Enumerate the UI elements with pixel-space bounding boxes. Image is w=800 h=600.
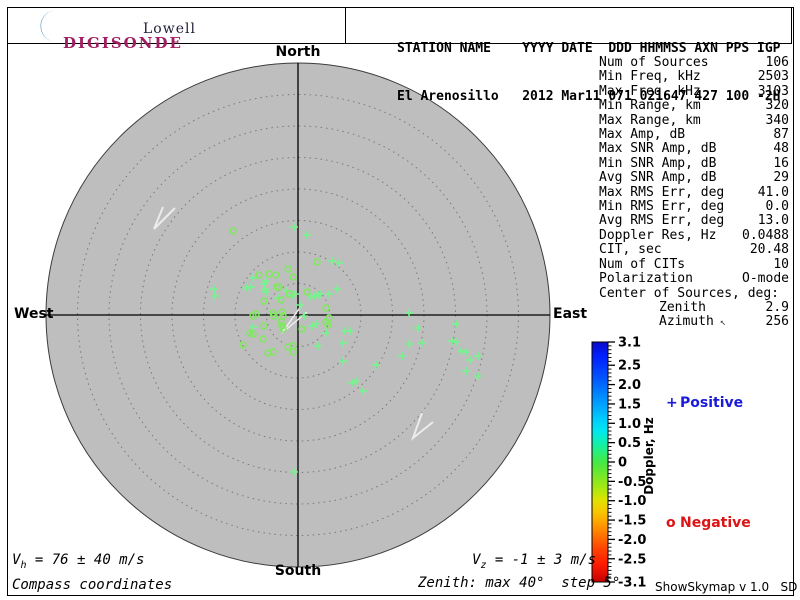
stat-value: 2.9 [766,301,789,315]
colorbar-tick-label: -2.5 [618,552,646,567]
horizontal-velocity-readout: Vh = 76 ± 40 m/s [12,552,144,571]
stat-row: Doppler Res, Hz 0.0488 [599,229,789,243]
stat-row: Polarization O-mode [599,272,789,286]
stat-row: Num of CITs 10 [599,258,789,272]
stat-value: 340 [766,114,789,128]
stat-row: Max Range, km 340 [599,114,789,128]
colorbar-tick-label: 2.0 [618,378,641,393]
compass-label-north: North [276,44,321,60]
vertical-velocity-readout: Vz = -1 ± 3 m/s [472,552,596,571]
stat-row: Max Amp, dB 87 [599,128,789,142]
stat-label: Azimuth ↖ [659,315,726,330]
header-column-titles: STATION NAME YYYY DATE DDD HHMMSS AXN PP… [397,41,781,57]
legend-positive: +Positive [666,395,743,411]
stat-row: Avg RMS Err, deg 13.0 [599,214,789,228]
colorbar-tick-label: -1.5 [618,514,646,529]
stat-label: Doppler Res, Hz [599,229,716,243]
stat-label: Max Freq, kHz [599,85,701,99]
stat-value: 106 [766,56,789,70]
compass-label-west: West [14,306,53,322]
stat-row: Min Range, km 320 [599,99,789,113]
stat-value: 256 [766,315,789,330]
stat-value: 16 [773,157,789,171]
legend-positive-label: Positive [680,395,743,411]
stat-label: Max RMS Err, deg [599,186,724,200]
stat-value: 13.0 [758,214,789,228]
stat-label: Num of CITs [599,258,685,272]
stat-row: Min RMS Err, deg 0.0 [599,200,789,214]
stat-row: Avg SNR Amp, dB 29 [599,171,789,185]
stat-value: 0.0 [766,200,789,214]
stat-value: 3103 [758,85,789,99]
stat-label: Avg SNR Amp, dB [599,171,716,185]
stat-label: Zenith [659,301,706,315]
stat-value: 10 [773,258,789,272]
stat-label: Max SNR Amp, dB [599,142,716,156]
skymap-screen: 3.12.52.01.51.00.50-0.5-1.0-1.5-2.0-2.5-… [0,0,800,600]
stat-value: 41.0 [758,186,789,200]
stat-label: Min Freq, kHz [599,70,701,84]
colorbar-tick-label: 3.1 [618,336,641,351]
colorbar-tick-label: 2.5 [618,359,641,374]
lowell-digisonde-logo: Lowell DIGISONDE [8,8,346,43]
stat-value: 2503 [758,70,789,84]
statistics-panel: Num of Sources106Min Freq, kHz2503Max Fr… [599,56,789,331]
legend-negative: oNegative [666,515,751,531]
software-version: ShowSkymap v 1.0 SD v 5.0 [655,580,800,594]
legend-negative-label: Negative [680,515,751,531]
colorbar-tick-label: 1.5 [618,397,641,412]
stat-value: 320 [766,99,789,113]
compass-label-east: East [553,306,587,322]
azimuth-direction-icon: ↖ [714,317,726,328]
stat-label: CIT, sec [599,243,662,257]
stat-row: Num of Sources 106 [599,56,789,70]
zenith-range-note: Zenith: max 40° step 5° [418,575,620,591]
compass-label-south: South [275,563,321,579]
logo-digisonde-text: DIGISONDE [63,34,183,52]
stat-label: Max Amp, dB [599,128,685,142]
colorbar-tick-label: -2.0 [618,533,646,548]
stat-row: Min Freq, kHz 2503 [599,70,789,84]
stat-row: Min SNR Amp, dB 16 [599,157,789,171]
stat-section-header: Center of Sources, deg: [599,287,789,301]
stat-value: 0.0488 [742,229,789,243]
stat-label: Max Range, km [599,114,701,128]
colorbar-tick-label: -3.1 [618,576,646,591]
stat-row: Max RMS Err, deg 41.0 [599,186,789,200]
stat-label: Min Range, km [599,99,701,113]
stat-row: Max Freq, kHz 3103 [599,85,789,99]
stat-value: 29 [773,171,789,185]
colorbar-tick-label: 0.5 [618,436,641,451]
colorbar-tick-label: 0 [618,456,627,471]
colorbar-tick-label: 1.0 [618,417,641,432]
colorbar-tick-label: -1.0 [618,494,646,509]
circle-marker-icon: o [666,515,680,531]
stat-row: CIT, sec 20.48 [599,243,789,257]
stat-value: 20.48 [750,243,789,257]
stat-label: Min RMS Err, deg [599,200,724,214]
stat-label: Num of Sources [599,56,709,70]
doppler-colorbar [592,342,608,582]
stat-label: Min SNR Amp, dB [599,157,716,171]
stat-sub-row: Zenith 2.9 [599,301,789,315]
stat-value: 87 [773,128,789,142]
stat-label: Polarization [599,272,693,286]
colorbar-axis-label: Doppler, Hz [642,417,656,495]
stat-value: 48 [773,142,789,156]
coordinate-system-note: Compass coordinates [12,577,172,593]
stat-row: Max SNR Amp, dB 48 [599,142,789,156]
plus-marker-icon: + [666,395,680,411]
stat-label: Avg RMS Err, deg [599,214,724,228]
stat-sub-row: Azimuth ↖ 256 [599,315,789,330]
stat-value: O-mode [742,272,789,286]
